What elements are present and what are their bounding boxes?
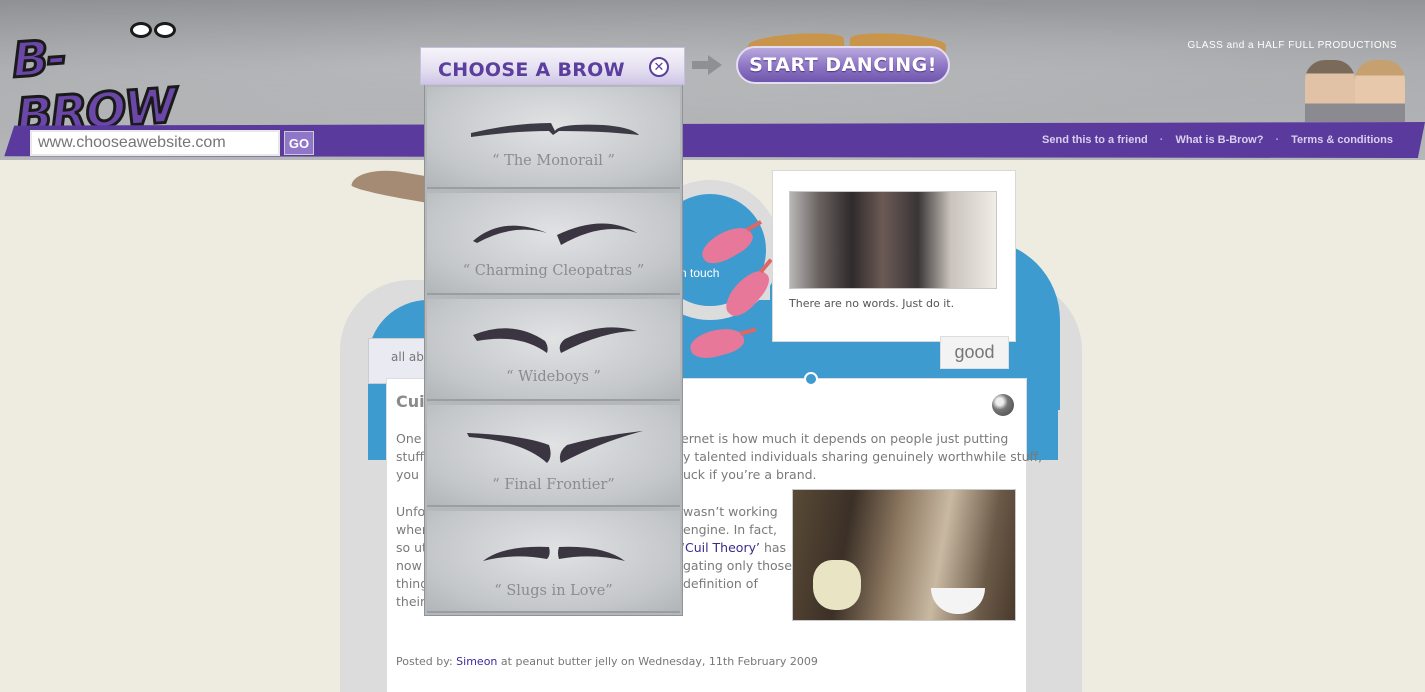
wideboys-brow-icon [473,327,637,353]
slugs-brow-icon [483,546,625,561]
link-separator: · [1275,134,1280,146]
teapot-photo[interactable] [792,489,1016,621]
start-dancing-button[interactable]: START DANCING! [736,46,950,84]
brow-chooser-header: CHOOSE A BROW ✕ [420,47,685,85]
brow-chooser-title: CHOOSE A BROW [438,59,625,81]
photo-caption: There are no words. Just do it. [789,297,955,310]
kids-image [1301,58,1411,122]
good-tag[interactable]: good [940,336,1009,369]
paragraph-fragment: has [763,540,787,555]
what-is-bbrow-link[interactable]: What is B-Brow? [1175,134,1263,146]
paragraph-fragment: so ut [396,540,427,555]
paragraph-fragment: their [396,594,426,609]
monorail-brow-icon [471,123,639,137]
top-links: Send this to a friend · What is B-Brow? … [1042,134,1393,146]
orb-icon[interactable] [992,394,1014,416]
photo-card: There are no words. Just do it. [772,170,1016,342]
paragraph-fragment: wasn’t working [683,504,778,519]
terms-link[interactable]: Terms & conditions [1291,134,1393,146]
paragraph-fragment: y talented individuals sharing genuinely… [683,449,1043,464]
final-frontier-brow-icon [467,431,643,463]
kid-boy-image [1305,60,1355,122]
brow-option-monorail[interactable]: “ The Monorail ” [427,87,680,189]
close-icon[interactable]: ✕ [649,57,669,77]
posted-by-suffix: at peanut butter jelly on Wednesday, 11t… [500,655,818,668]
kid-girl-image [1355,60,1405,122]
two-men-photo[interactable] [789,191,997,289]
brow-option-slugs-in-love[interactable]: “ Slugs in Love” [427,511,680,613]
posted-by-prefix: Posted by: [396,655,453,668]
brow-chooser-panel: “ The Monorail ” “ Charming Cleopatras ”… [424,84,683,616]
brow-option-final-frontier[interactable]: “ Final Frontier” [427,405,680,507]
author-link[interactable]: Simeon [456,655,497,668]
pin-icon [804,372,818,386]
cuil-theory-link[interactable]: ‘Cuil Theory’ [681,540,760,555]
company-logo[interactable]: GLASS and a HALF FULL PRODUCTIONS [1187,40,1397,51]
brow-option-label: “ The Monorail ” [492,153,615,169]
brow-option-label: “ Final Frontier” [492,477,615,493]
brow-option-label: “ Wideboys ” [506,369,601,385]
send-to-friend-link[interactable]: Send this to a friend [1042,134,1148,146]
brow-option-label: “ Charming Cleopatras ” [462,263,645,279]
paragraph-fragment: uck if you’re a brand. [683,467,817,482]
paragraph-fragment: engine. In fact, [683,522,777,537]
brow-option-wideboys[interactable]: “ Wideboys ” [427,299,680,401]
paragraph-fragment: definition of [683,576,758,591]
paragraph-fragment: ernet is how much it depends on people j… [681,431,1009,446]
paragraph-fragment: stuff [396,449,424,464]
cleopatra-brow-icon [473,223,637,245]
touch-text: n touch [680,266,720,280]
website-url-input[interactable] [30,130,280,156]
link-separator: · [1159,134,1164,146]
b-brow-logo[interactable]: B-BROW [9,8,214,146]
paragraph-fragment: ‘Cuil Theory’ has [681,539,786,557]
arrow-right-icon [692,55,722,75]
posted-by: Posted by: Simeon at peanut butter jelly… [396,655,818,668]
paragraph-fragment: gating only those [683,558,792,573]
brow-option-label: “ Slugs in Love” [494,583,613,599]
brow-option-charming-cleopatras[interactable]: “ Charming Cleopatras ” [427,193,680,295]
go-button[interactable]: GO [284,131,314,155]
